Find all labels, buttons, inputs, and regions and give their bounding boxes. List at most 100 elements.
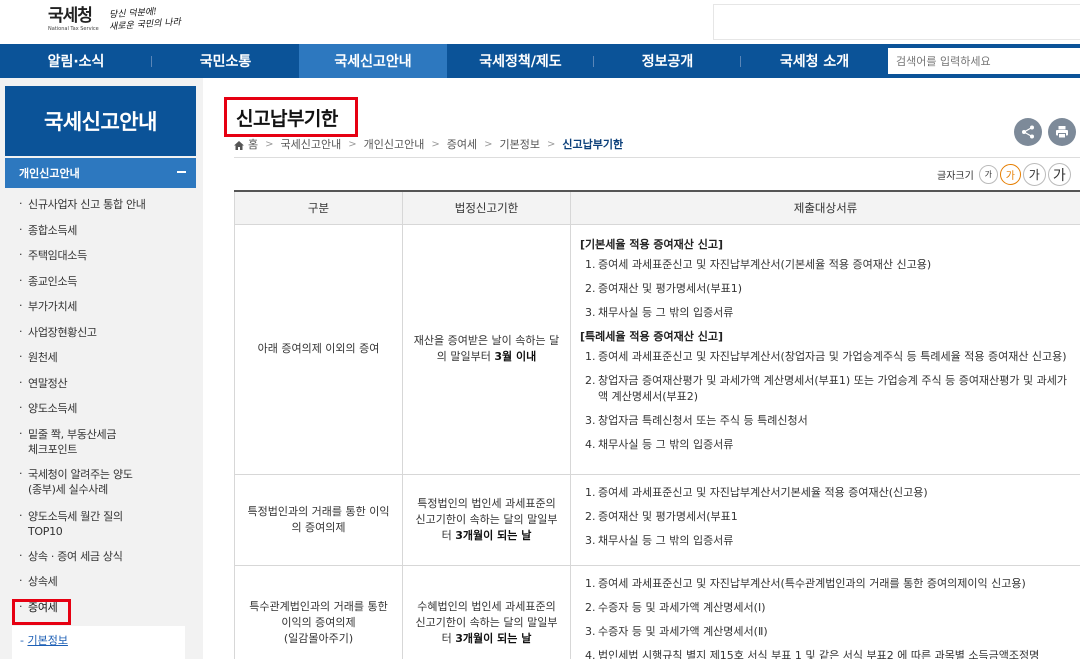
lnb-sub-menu-personal[interactable]: 개인신고안내 [5,158,196,188]
lnb-item[interactable]: · 주택임대소득 [5,248,196,274]
breadcrumb-item[interactable]: 개인신고안내 [364,136,425,152]
document-item: 2. 증여재산 및 평가명세서(부표1) [585,281,1072,297]
document-item: 2. 창업자금 증여재산평가 및 과세가액 계산명세서(부표1) 또는 가업승계 … [585,373,1072,405]
lnb-item[interactable]: · 연말정산 [5,376,196,402]
item-number: 3. [585,414,596,427]
bullet-icon: · [19,222,23,236]
lnb-item[interactable]: · 종합소득세 [5,223,196,249]
lnb-title: 국세신고안내 [5,86,196,156]
lnb-item[interactable]: · 사업장현황신고 [5,325,196,351]
logo-text: 국세청 National Tax Service [48,6,99,32]
document-item: 4. 채무사실 등 그 밖의 입증서류 [585,437,1072,453]
font-size-normal-button[interactable]: 가 [999,164,1021,185]
gnb-label: 알림·소식 [47,54,105,70]
lnb-item[interactable]: · 국세청이 알려주는 양도 (종부)세 실수사례 [5,467,196,509]
breadcrumb-item[interactable]: 기본정보 [500,136,540,152]
item-number: 4. [585,648,596,659]
font-size-larger-button[interactable]: 가 [1022,163,1046,186]
bullet-icon: · [19,574,23,587]
gnb-item-communication[interactable]: 국민소통 [152,44,299,78]
gnb-item-tax-policy[interactable]: 국세정책/제도 [447,44,594,78]
collapse-icon[interactable] [177,171,186,173]
lnb-item-label: 국세청이 알려주는 양도 (종부)세 실수사례 [28,467,133,496]
font-size-largest-button[interactable]: 가 [1047,163,1071,186]
section-title-basic-rate: [기본세율 적용 증여재산 신고] [580,238,723,251]
lnb-item[interactable]: · 원천세 [5,350,196,376]
lnb-item-label: 사업장현황신고 [28,325,97,339]
search-input[interactable] [888,48,1080,74]
top-bar: 국세청 National Tax Service 당신 덕분에! 새로운 국민의… [0,0,1080,44]
lnb-item[interactable]: · 상속세 [5,574,196,600]
document-item: 1. 증여세 과세표준신고 및 자진납부계산서기본세율 적용 증여재산(신고용) [585,485,1072,501]
table-row: 특수관계법인과의 거래를 통한 이익의 증여의제 (일감몰아주기) 수혜법인의 … [234,564,1080,659]
font-size-smaller-button[interactable]: 가 [978,165,998,184]
lnb-list: · 신규사업자 신고 통합 안내 · 종합소득세 · 주택임대소득 · 종교인소득 · 부가가치세… [5,197,196,625]
item-number: 3. [585,533,596,547]
lnb-third-basic-info[interactable]: - 기본정보 [12,626,185,659]
gnb-item-tax-filing-guide[interactable]: 국세신고안내 [299,44,447,78]
gnb-item-about[interactable]: 국세청 소개 [741,44,888,78]
document-text: 증여세 과세표준신고 및 자진납부계산서(기본세율 적용 증여재산 신고용) [598,258,932,271]
lnb-item-label: 양도소득세 월간 질의 TOP10 [28,509,123,538]
deadline-emphasis: 3개월이 되는 날 [455,528,532,542]
bullet-icon: · [19,273,23,287]
gnb-label: 국민소통 [199,54,252,70]
item-number: 4. [585,438,596,451]
document-text: 법인세법 시행규칙 별지 제15호 서식 부표 1 및 같은 서식 부표2 에 … [598,648,1040,659]
logo-korean: 국세청 [48,6,93,26]
lnb-item[interactable]: · 부가가치세 [5,299,196,325]
highlight-gift-tax [12,599,71,625]
print-icon [1056,126,1068,139]
bullet-icon: · [19,350,23,363]
document-item: 3. 채무사실 등 그 밖의 입증서류 [585,533,1072,549]
table-header-row: 구분 법정신고기한 제출대상서류 [234,190,1080,225]
item-number: 2. [585,600,596,614]
chevron-right-icon: > [484,138,493,150]
bullet-icon: · [19,299,23,312]
top-utility-area [713,4,1080,40]
document-text: 창업자금 증여재산평가 및 과세가액 계산명세서(부표1) 또는 가업승계 주식… [598,374,1067,403]
breadcrumb: 홈 > 국세신고안내 > 개인신고안내 > 증여세 > 기본정보 > 신고납부기… [234,136,623,152]
lnb-item[interactable]: · 상속 · 증여 세금 상식 [5,549,196,575]
row-deadline: 재산을 증여받은 날이 속하는 달의 말일부터 3월 이내 [402,223,571,475]
nts-logo[interactable]: 국세청 National Tax Service 당신 덕분에! 새로운 국민의… [48,6,181,36]
bullet-icon: · [19,197,23,210]
print-button[interactable] [1048,118,1076,146]
deadline-emphasis: 3월 이내 [494,350,537,363]
lnb-item[interactable]: · 신규사업자 신고 통합 안내 [5,197,196,223]
chevron-right-icon: > [431,138,440,150]
font-size-label: 글자크기 [937,171,974,182]
lnb-item-label: 종합소득세 [28,223,78,237]
item-number: 1. [585,485,596,499]
row-category: 아래 증여의제 이외의 증여 [234,223,403,475]
breadcrumb-item[interactable]: 증여세 [447,136,477,152]
gnb-label: 국세정책/제도 [479,54,562,70]
item-number: 2. [585,282,596,295]
item-number: 1. [585,576,596,590]
document-text: 증여재산 및 평가명세서(부표1) [598,282,743,295]
lnb-item[interactable]: · 양도소득세 [5,401,196,427]
lnb-item-label: 원천세 [28,351,58,364]
document-text: 증여세 과세표준신고 및 자진납부계산서(창업자금 및 가업승계주식 등 특례세… [598,350,1067,363]
document-item: 2. 수증자 등 및 과세가액 계산명세서(Ⅰ) [585,600,1072,616]
lnb-item[interactable]: · 종교인소득 [5,274,196,300]
bullet-icon: · [19,324,23,338]
lnb-item-label: 부가가치세 [28,300,78,313]
share-button[interactable] [1014,118,1042,146]
gnb-label: 국세신고안내 [334,54,412,70]
slogan: 당신 덕분에! 새로운 국민의 나라 [108,6,180,32]
filing-deadline-table: 구분 법정신고기한 제출대상서류 아래 증여의제 이외의 증여 재산을 증여받은… [234,190,1080,659]
breadcrumb-current: 신고납부기한 [562,138,624,151]
breadcrumb-home[interactable]: 홈 [248,136,258,152]
document-item: 3. 채무사실 등 그 밖의 입증서류 [585,305,1072,321]
lnb-item[interactable]: · 양도소득세 월간 질의 TOP10 [5,509,196,549]
document-item: 1. 증여세 과세표준신고 및 자진납부계산서(특수관계법인과의 거래를 통한 증… [585,576,1072,592]
chevron-right-icon: > [348,138,357,150]
lnb-item[interactable]: · 밑줄 쫙, 부동산세금 체크포인트 [5,427,196,467]
item-number: 2. [585,374,596,387]
document-text: 증여재산 및 평가명세서(부표1 [598,509,738,523]
share-icon [1022,125,1034,139]
gnb-item-disclosure[interactable]: 정보공개 [594,44,741,78]
gnb-item-news[interactable]: 알림·소식 [0,44,152,78]
breadcrumb-item[interactable]: 국세신고안내 [281,136,342,152]
